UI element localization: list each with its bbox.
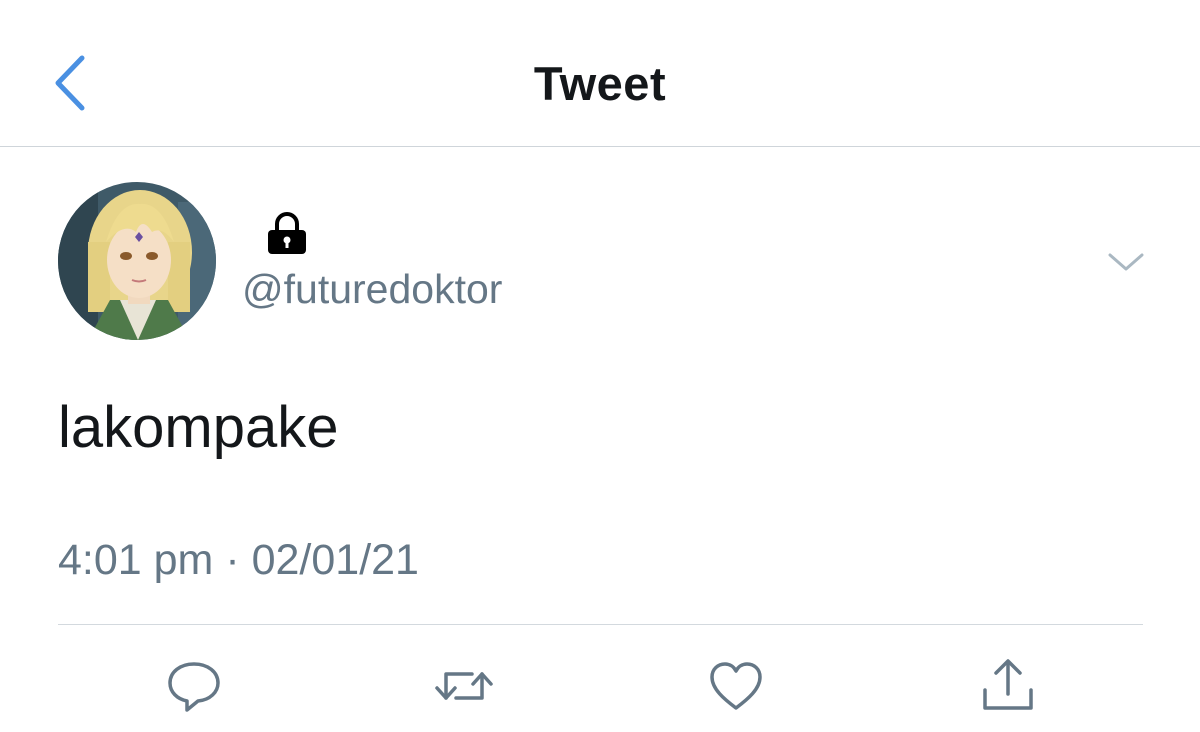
retweet-button[interactable]	[432, 654, 496, 718]
page-title: Tweet	[533, 57, 667, 110]
nav-header: Tweet	[0, 0, 1200, 147]
divider	[58, 624, 1143, 625]
retweet-icon	[435, 672, 493, 700]
like-icon	[710, 662, 762, 710]
tweet-text: lakompake	[58, 395, 339, 460]
avatar-image	[58, 182, 216, 340]
tweet-timestamp: 4:01 pm · 02/01/21	[58, 536, 419, 584]
chevron-down-icon	[1108, 253, 1144, 271]
reply-button[interactable]	[162, 654, 226, 718]
lock-icon	[264, 210, 310, 256]
tweet-menu-button[interactable]	[1104, 246, 1148, 278]
reply-icon	[168, 662, 220, 712]
author-handle[interactable]: @futuredoktor	[242, 266, 502, 313]
tweet-detail-screen: Tweet @futuredoktor lakompake 4:01 pm · …	[0, 0, 1200, 732]
share-button[interactable]	[976, 654, 1040, 718]
share-icon	[983, 659, 1033, 710]
like-button[interactable]	[704, 654, 768, 718]
avatar[interactable]	[58, 182, 216, 340]
